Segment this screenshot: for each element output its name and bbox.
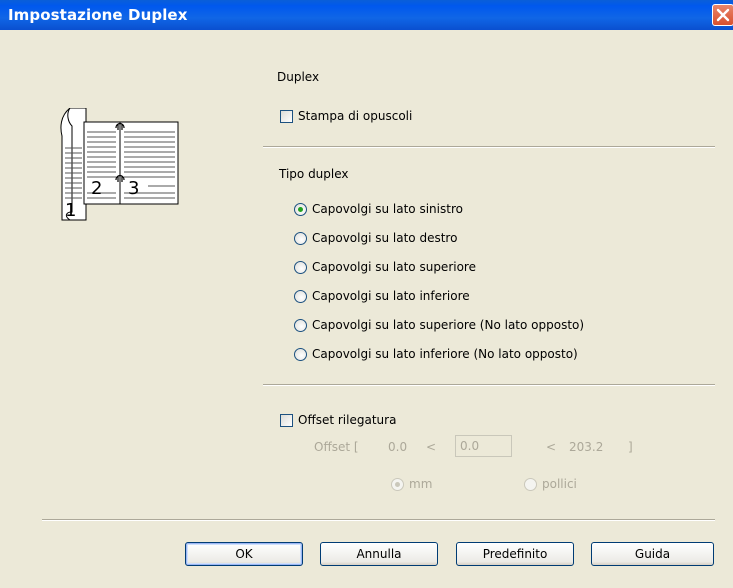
close-button[interactable] (712, 4, 733, 26)
booklet-checkbox[interactable] (280, 110, 293, 123)
duplex-type-section-label: Tipo duplex (279, 167, 349, 181)
page-number-2: 2 (91, 178, 102, 199)
cancel-button[interactable]: Annulla (320, 542, 438, 566)
offset-close-bracket: ] (628, 440, 633, 454)
offset-min-value: 0.0 (388, 440, 408, 454)
unit-inches-label[interactable]: pollici (542, 477, 577, 491)
separator (263, 146, 715, 148)
radio-flip-bottom[interactable] (294, 290, 307, 303)
radio-flip-left-label[interactable]: Capovolgi su lato sinistro (312, 202, 463, 216)
radio-flip-bottom-no-opposite[interactable] (294, 348, 307, 361)
offset-min-lt: < (426, 440, 437, 454)
offset-label: Offset [ (314, 440, 359, 454)
duplex-section-label: Duplex (277, 70, 320, 84)
unit-mm-radio[interactable] (391, 478, 404, 491)
separator (42, 519, 715, 521)
binding-offset-checkbox[interactable] (280, 414, 293, 427)
page-number-3: 3 (128, 178, 139, 199)
close-icon (716, 8, 730, 22)
offset-value-input[interactable] (455, 435, 512, 457)
duplex-illustration: 1 2 3 (60, 108, 179, 221)
radio-flip-bottom-label[interactable]: Capovolgi su lato inferiore (312, 289, 470, 303)
offset-max-lt: < (546, 440, 557, 454)
radio-flip-right[interactable] (294, 232, 307, 245)
unit-inches-radio[interactable] (524, 478, 537, 491)
radio-flip-top[interactable] (294, 261, 307, 274)
booklet-label[interactable]: Stampa di opuscoli (298, 109, 412, 123)
radio-flip-left[interactable] (294, 203, 307, 216)
radio-flip-top-no-opposite[interactable] (294, 319, 307, 332)
radio-flip-top-label[interactable]: Capovolgi su lato superiore (312, 260, 476, 274)
radio-flip-bottom-no-opposite-label[interactable]: Capovolgi su lato inferiore (No lato opp… (312, 347, 578, 361)
default-button[interactable]: Predefinito (456, 542, 574, 566)
help-button[interactable]: Guida (591, 542, 714, 566)
radio-flip-right-label[interactable]: Capovolgi su lato destro (312, 231, 457, 245)
title-bar: Impostazione Duplex (0, 0, 733, 30)
page-number-1: 1 (65, 200, 76, 221)
binding-offset-label[interactable]: Offset rilegatura (298, 413, 396, 427)
window-title: Impostazione Duplex (8, 6, 188, 24)
radio-flip-top-no-opposite-label[interactable]: Capovolgi su lato superiore (No lato opp… (312, 318, 584, 332)
unit-mm-label[interactable]: mm (409, 477, 432, 491)
ok-button[interactable]: OK (185, 542, 303, 566)
separator (263, 384, 715, 386)
offset-max-value: 203.2 (569, 440, 604, 454)
